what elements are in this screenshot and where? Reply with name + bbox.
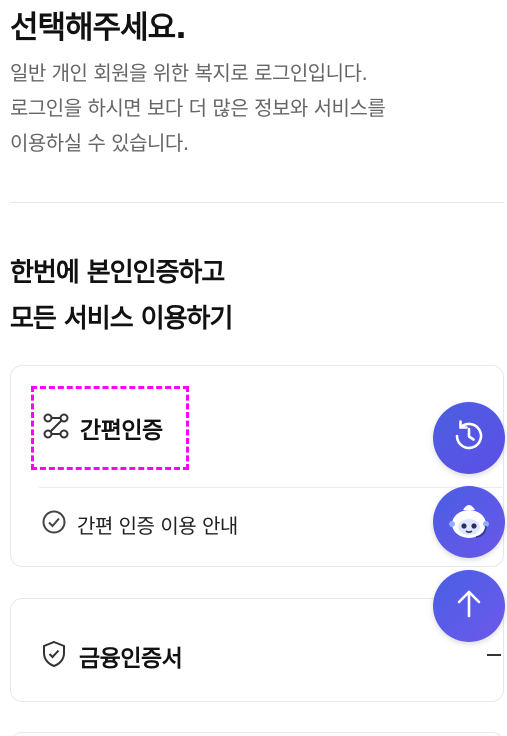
simple-auth-label: 간편인증 — [80, 418, 163, 444]
arrow-up-icon — [451, 586, 487, 626]
simple-auth-card: 간편인증 간편 인증 이용 안내 — [10, 365, 504, 567]
financial-cert-header: 금융인증서 — [41, 639, 183, 673]
minus-icon[interactable] — [487, 654, 501, 656]
route-icon — [42, 412, 70, 444]
heading-line: 모든 서비스 이용하기 — [10, 304, 233, 334]
description-line: 일반 개인 회원을 위한 복지로 로그인입니다. — [10, 61, 368, 85]
check-circle-icon — [41, 509, 67, 539]
simple-auth-guide-label: 간편 인증 이용 안내 — [77, 513, 238, 538]
description-line: 로그인을 하시면 보다 더 많은 정보와 서비스를 — [10, 96, 386, 120]
scroll-top-button[interactable] — [433, 570, 505, 642]
section-divider — [10, 202, 504, 203]
history-button[interactable] — [433, 402, 505, 474]
financial-cert-label: 금융인증서 — [79, 646, 183, 672]
shield-check-icon — [41, 640, 67, 672]
card-divider — [39, 487, 503, 488]
chatbot-button[interactable] — [433, 486, 505, 558]
financial-cert-card[interactable]: 금융인증서 — [10, 598, 504, 702]
simple-auth-guide-link[interactable]: 간편 인증 이용 안내 — [41, 509, 238, 539]
page-description: 일반 개인 회원을 위한 복지로 로그인입니다. 로그인을 하시면 보다 더 많… — [10, 56, 450, 161]
next-auth-card[interactable] — [10, 732, 504, 736]
description-line: 이용하실 수 있습니다. — [10, 131, 189, 155]
heading-line: 한번에 본인인증하고 — [10, 258, 225, 288]
chatbot-icon — [443, 494, 495, 550]
page-title: 선택해주세요. — [10, 10, 187, 46]
history-icon — [450, 417, 488, 459]
section-heading: 한번에 본인인증하고 모든 서비스 이용하기 — [10, 250, 233, 342]
simple-auth-button[interactable]: 간편인증 — [31, 386, 189, 470]
